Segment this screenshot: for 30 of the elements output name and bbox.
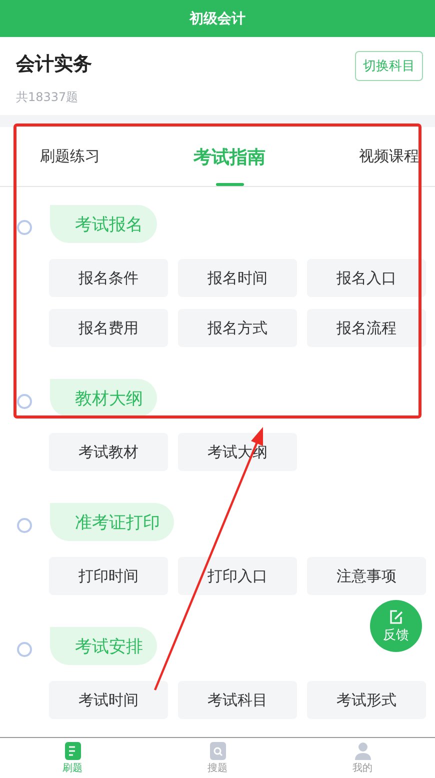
topic-button[interactable]: 考试教材 [49,433,168,471]
search-icon [210,742,226,760]
topic-button[interactable]: 打印入口 [178,557,297,595]
topic-button[interactable]: 注意事项 [307,557,426,595]
topic-button[interactable]: 打印时间 [49,557,168,595]
topic-button[interactable]: 报名方式 [178,309,297,347]
edit-icon [388,608,404,624]
section-title: 准考证打印 [50,503,174,541]
topic-button[interactable]: 报名条件 [49,259,168,297]
section-title: 考试安排 [50,627,157,665]
tab[interactable]: 刷题练习 [40,127,100,186]
topic-button[interactable]: 考试形式 [307,681,426,719]
timeline-circle-icon [17,642,32,656]
topic-button[interactable]: 报名流程 [307,309,426,347]
subject-title: 会计实务 [16,52,92,77]
document-icon [64,742,80,760]
topic-button[interactable]: 考试科目 [178,681,297,719]
section-title: 考试报名 [50,205,157,243]
question-count: 共18337题 [16,89,80,106]
timeline-circle-icon [17,220,32,234]
timeline-circle-icon [17,518,32,532]
topic-button[interactable]: 报名入口 [307,259,426,297]
tab[interactable]: 视频课程 [359,127,419,186]
topic-button[interactable]: 报名费用 [49,309,168,347]
person-icon [354,742,370,760]
topic-button[interactable]: 考试时间 [49,681,168,719]
topic-button[interactable]: 报名时间 [178,259,297,297]
timeline-circle-icon [17,394,32,408]
app-title: 初级会计 [190,10,246,28]
section-title: 教材大纲 [50,379,157,417]
